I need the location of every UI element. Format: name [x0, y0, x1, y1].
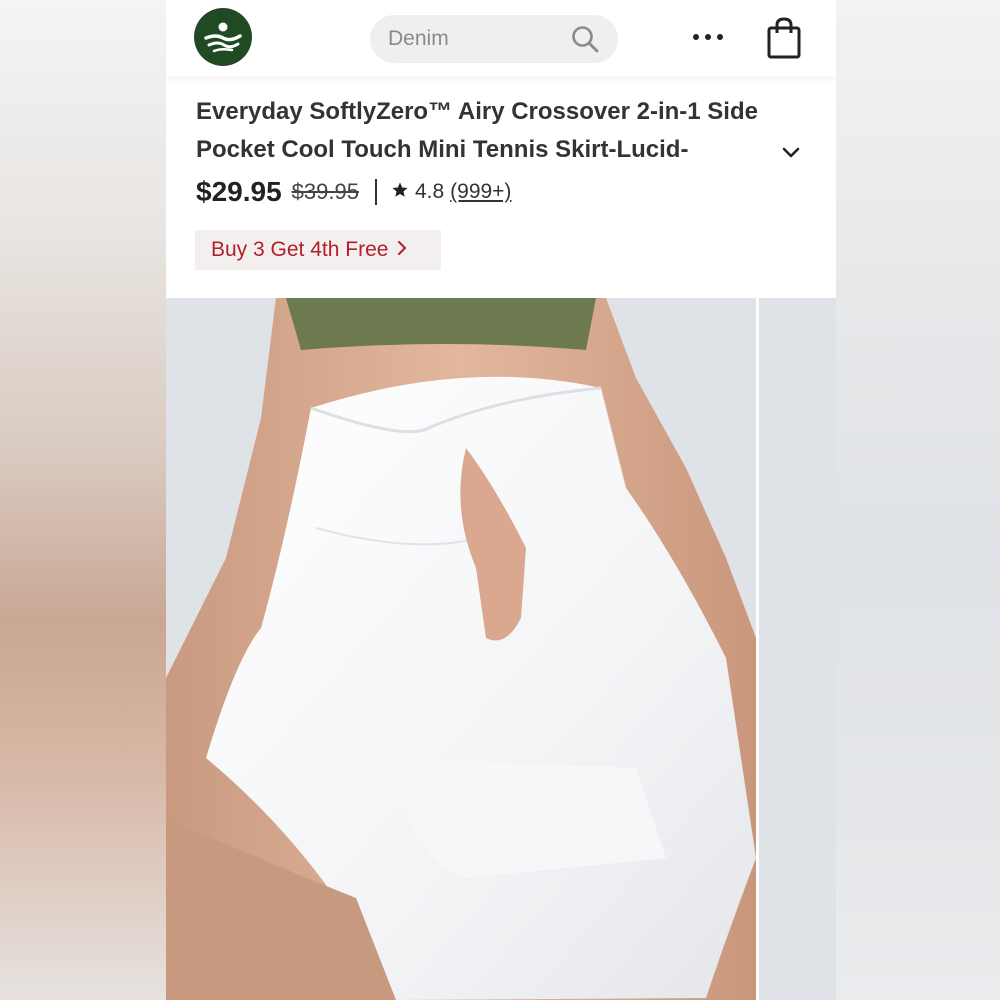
price-row: $29.95 $39.95 4.8 (999+): [196, 172, 511, 212]
star-icon: [391, 181, 409, 204]
app-screen: Denim Everyday SoftlyZero™ Airy Crossove: [166, 0, 836, 1000]
top-bar: Denim: [166, 0, 836, 76]
product-title: Everyday SoftlyZero™ Airy Crossover 2-in…: [196, 98, 758, 163]
rating-value: 4.8: [414, 180, 445, 203]
promo-banner[interactable]: Buy 3 Get 4th Free: [195, 230, 441, 270]
price-divider: [374, 179, 377, 205]
next-image-preview[interactable]: [756, 298, 836, 1000]
chevron-right-icon: [396, 239, 408, 262]
more-dots-icon[interactable]: [690, 22, 726, 52]
brand-logo-icon[interactable]: [194, 8, 252, 66]
promo-label: Buy 3 Get 4th Free: [211, 238, 389, 261]
original-price: $39.95: [291, 179, 359, 204]
left-backdrop: [0, 0, 166, 1000]
chevron-down-icon[interactable]: [780, 143, 802, 166]
product-image[interactable]: [166, 298, 836, 1000]
search-placeholder: Denim: [388, 27, 449, 50]
search-icon[interactable]: [570, 24, 600, 59]
review-count-link[interactable]: (999+): [450, 180, 511, 204]
sale-price: $29.95: [196, 176, 282, 207]
shopping-bag-icon[interactable]: [766, 16, 802, 65]
right-backdrop: [834, 0, 1000, 1000]
search-input[interactable]: Denim: [370, 15, 618, 63]
